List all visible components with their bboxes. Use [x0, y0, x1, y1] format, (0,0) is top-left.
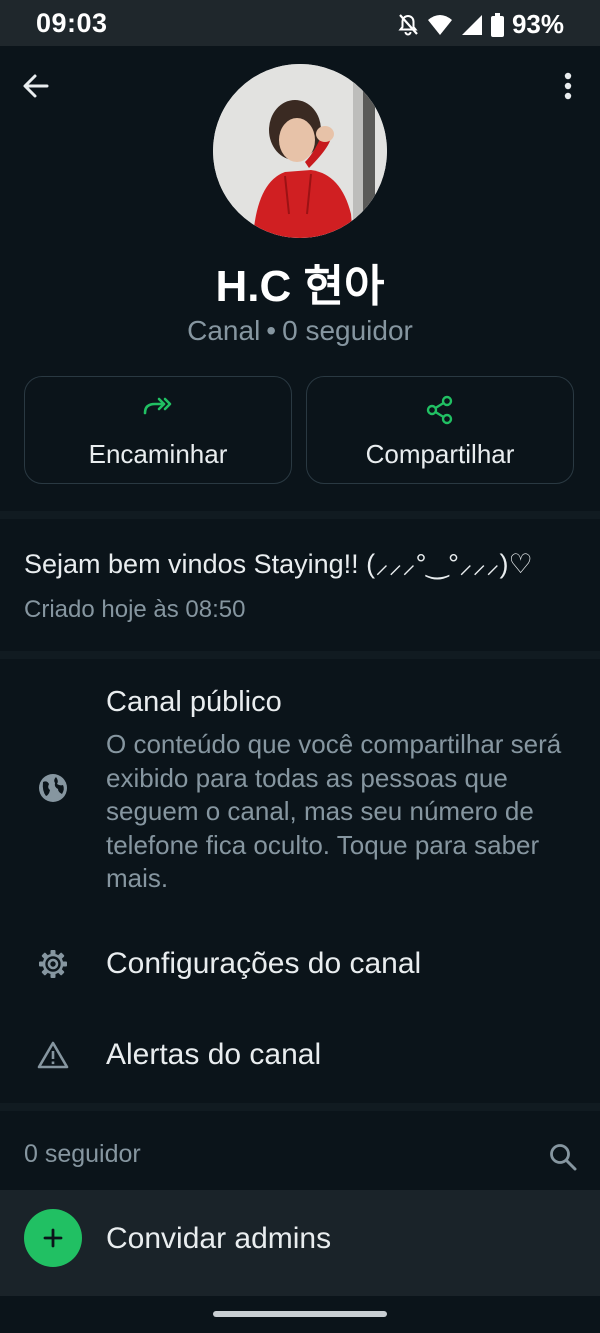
- battery-percent: 93%: [511, 9, 564, 39]
- followers-search-button[interactable]: [548, 1142, 578, 1172]
- channel-settings-label: Configurações do canal: [106, 947, 422, 980]
- channel-alerts-label: Alertas do canal: [106, 1038, 322, 1071]
- invite-admins-row[interactable]: Convidar admins: [0, 1190, 600, 1296]
- meta-separator: •: [266, 315, 277, 346]
- channel-description: Sejam bem vindos Staying!! (⸝⸝⸝°‿°⸝⸝⸝)♡: [24, 549, 533, 579]
- bell-off-icon: [398, 13, 418, 35]
- section-divider: [0, 651, 600, 659]
- invite-admins-button[interactable]: [24, 1209, 82, 1267]
- created-date: Criado hoje às 08:50: [24, 596, 246, 623]
- status-bar: 09:03 93%: [0, 0, 600, 46]
- share-button[interactable]: Compartilhar: [306, 376, 574, 484]
- section-divider: [0, 1103, 600, 1111]
- more-options-button[interactable]: [556, 68, 580, 104]
- forward-button[interactable]: Encaminhar: [24, 376, 292, 484]
- search-icon: [550, 1144, 577, 1171]
- channel-type: Canal: [187, 315, 261, 346]
- battery-icon: [490, 12, 504, 37]
- channel-meta: Canal • 0 seguidor: [0, 315, 600, 347]
- more-vertical-icon: [564, 72, 572, 100]
- followers-count: 0 seguidor: [24, 1140, 141, 1168]
- section-divider: [0, 511, 600, 519]
- globe-icon: [39, 774, 67, 802]
- home-indicator[interactable]: [213, 1311, 387, 1317]
- arrow-left-icon: [23, 74, 49, 98]
- signal-icon: [461, 14, 482, 35]
- forward-icon: [143, 397, 172, 415]
- plus-icon: [43, 1228, 63, 1248]
- invite-admins-label: Convidar admins: [106, 1222, 332, 1255]
- wifi-icon: [427, 14, 452, 35]
- forward-label: Encaminhar: [88, 439, 228, 469]
- warning-icon: [37, 1041, 69, 1069]
- share-label: Compartilhar: [365, 439, 515, 469]
- public-channel-description: O conteúdo que você compartilhar será ex…: [106, 729, 562, 893]
- navigation-bar: [0, 1296, 600, 1333]
- status-icons: 93%: [397, 9, 564, 40]
- gear-icon: [39, 950, 67, 978]
- channel-name: H.C 현아: [215, 262, 385, 311]
- status-time: 09:03: [36, 8, 108, 38]
- back-button[interactable]: [18, 68, 54, 104]
- channel-avatar[interactable]: [213, 64, 387, 238]
- share-icon: [426, 395, 453, 425]
- channel-followers: 0 seguidor: [282, 315, 413, 346]
- public-channel-title: Canal público: [106, 686, 282, 718]
